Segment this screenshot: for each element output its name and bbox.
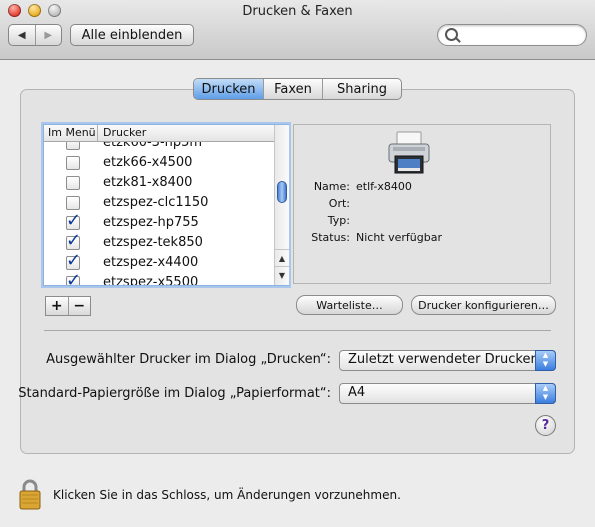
remove-printer-button[interactable]: − <box>67 297 91 315</box>
in-menu-checkbox[interactable] <box>66 196 80 210</box>
popup-arrows-icon: ▲ ▼ <box>535 383 556 404</box>
search-field[interactable] <box>437 24 587 46</box>
add-remove-control: + − <box>45 296 91 316</box>
info-label: Status: <box>311 231 350 244</box>
in-menu-checkbox[interactable] <box>66 156 80 170</box>
in-menu-checkbox[interactable] <box>66 210 81 231</box>
printer-name: etzspez-clc1150 <box>103 195 209 210</box>
paper-size-label: Standard-Papiergröße im Dialog „Papierfo… <box>18 386 331 401</box>
tab-sharing[interactable]: Sharing <box>322 79 401 99</box>
configure-printer-button[interactable]: Drucker konfigurieren… <box>411 295 556 315</box>
list-item[interactable]: etzk60-3-hp5m <box>44 142 274 153</box>
printer-list-scrollbar[interactable]: ▲ ▼ <box>274 125 289 285</box>
print-queue-button[interactable]: Warteliste… <box>296 295 403 315</box>
list-item[interactable]: etzspez-x5500 <box>44 270 274 285</box>
in-menu-checkbox[interactable] <box>66 176 80 190</box>
in-menu-checkbox[interactable] <box>66 142 80 150</box>
printer-name: etzspez-hp755 <box>103 215 199 230</box>
info-label: Typ: <box>327 214 350 227</box>
tab-drucken[interactable]: Drucken <box>194 79 263 99</box>
in-menu-checkbox[interactable] <box>66 250 81 271</box>
printer-name: etzspez-x4400 <box>103 255 199 270</box>
lock-message: Klicken Sie in das Schloss, um Änderunge… <box>53 488 401 502</box>
tab-faxen[interactable]: Faxen <box>263 79 322 99</box>
printer-name: etzk81-x8400 <box>103 175 193 190</box>
printer-list-rows: etzk60-3-hp5m etzk66-x4500 etzk81-x8400 … <box>44 142 274 285</box>
scroll-down-arrow-icon[interactable]: ▼ <box>275 266 289 284</box>
paper-size-popup[interactable]: A4 ▲ ▼ <box>339 383 556 404</box>
back-button[interactable]: ◀ <box>9 25 35 45</box>
printer-name: etzspez-tek850 <box>103 235 203 250</box>
info-label: Name: <box>313 180 350 193</box>
window-title: Drucken & Faxen <box>242 4 353 19</box>
help-button[interactable]: ? <box>535 415 556 436</box>
in-menu-checkbox[interactable] <box>66 230 81 251</box>
show-all-button[interactable]: Alle einblenden <box>70 24 194 46</box>
printer-icon <box>388 131 430 174</box>
scroll-up-arrow-icon[interactable]: ▲ <box>275 249 289 267</box>
scrollbar-thumb[interactable] <box>277 181 287 203</box>
column-header-in-menu[interactable]: Im Menü <box>48 126 96 139</box>
column-separator <box>97 125 98 141</box>
in-menu-checkbox[interactable] <box>66 270 81 285</box>
forward-button[interactable]: ▶ <box>34 25 62 45</box>
column-header-printer[interactable]: Drucker <box>103 126 146 139</box>
list-item[interactable]: etzk81-x8400 <box>44 173 274 193</box>
printer-name: etzspez-x5500 <box>103 275 199 285</box>
printer-name: etzk60-3-hp5m <box>103 142 203 150</box>
back-forward-control: ◀ ▶ <box>8 24 62 46</box>
paper-size-value: A4 <box>348 385 366 400</box>
printer-status-value: Nicht verfügbar <box>356 231 442 244</box>
window-titlebar: Drucken & Faxen ◀ ▶ Alle einblenden <box>0 0 595 60</box>
list-item[interactable]: etzk66-x4500 <box>44 153 274 173</box>
printer-list[interactable]: Im Menü Drucker etzk60-3-hp5m etzk66-x45… <box>43 124 289 286</box>
printer-name: etzk66-x4500 <box>103 155 193 170</box>
magnifier-icon <box>445 28 458 41</box>
divider <box>44 330 551 331</box>
search-input[interactable] <box>460 27 582 44</box>
popup-arrows-icon: ▲ ▼ <box>535 350 556 371</box>
add-printer-button[interactable]: + <box>46 297 68 315</box>
selected-printer-label: Ausgewählter Drucker im Dialog „Drucken“… <box>46 352 331 367</box>
printer-list-header: Im Menü Drucker <box>44 125 274 142</box>
selected-printer-popup[interactable]: Zuletzt verwendeter Drucker ▲ ▼ <box>339 350 556 371</box>
printer-name-value: etlf-x8400 <box>356 180 412 193</box>
tab-bar: Drucken Faxen Sharing <box>193 78 402 100</box>
selected-printer-value: Zuletzt verwendeter Drucker <box>348 352 536 367</box>
lock-icon[interactable] <box>18 478 42 510</box>
info-label: Ort: <box>328 197 350 210</box>
